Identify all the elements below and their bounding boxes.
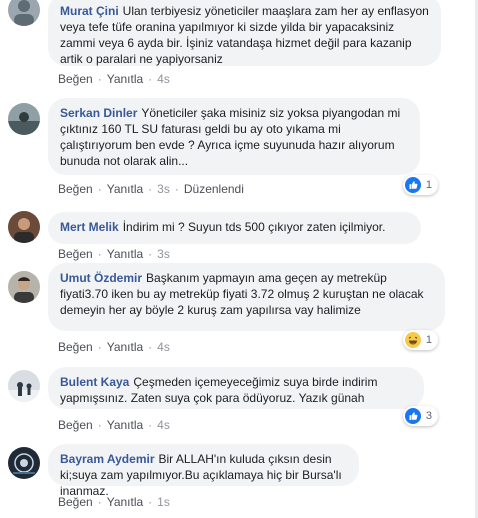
comment-time[interactable]: 4s	[157, 72, 170, 86]
reply-link[interactable]: Yanıtla	[107, 495, 143, 509]
comment-author[interactable]: Bulent Kaya	[60, 375, 129, 389]
comment-actions: Beğen · Yanıtla · 3s · Düzenlendi	[58, 182, 244, 196]
reaction-badge[interactable]: 1	[402, 175, 438, 195]
like-link[interactable]: Beğen	[58, 182, 93, 196]
like-link[interactable]: Beğen	[58, 72, 93, 86]
comment-actions: Beğen · Yanıtla · 1s	[58, 495, 170, 509]
reply-link[interactable]: Yanıtla	[107, 340, 143, 354]
haha-icon	[404, 332, 421, 348]
comment-actions: Beğen · Yanıtla · 3s	[58, 247, 170, 261]
comment-author[interactable]: Murat Çini	[60, 4, 119, 18]
reply-link[interactable]: Yanıtla	[107, 247, 143, 261]
avatar[interactable]	[8, 0, 40, 26]
comment-bubble: Serkan Dinler Yöneticiler şaka misiniz si…	[48, 98, 420, 175]
comment-bubble: Bulent Kaya Çeşmeden içemeyeceğimiz suya …	[48, 367, 424, 409]
like-link[interactable]: Beğen	[58, 495, 93, 509]
comment-time[interactable]: 3s	[157, 247, 170, 261]
comment-text: İndirim mi ? Suyun tds 500 çıkıyor zaten…	[122, 220, 386, 234]
comment-author[interactable]: Serkan Dinler	[60, 106, 137, 120]
edited-link[interactable]: Düzenlendi	[184, 182, 244, 196]
reply-link[interactable]: Yanıtla	[107, 182, 143, 196]
avatar[interactable]	[8, 211, 40, 243]
like-icon	[404, 177, 421, 193]
comment-time[interactable]: 1s	[157, 495, 170, 509]
like-link[interactable]: Beğen	[58, 418, 93, 432]
avatar[interactable]	[8, 447, 40, 479]
comment-actions: Beğen · Yanıtla · 4s	[58, 72, 170, 86]
reaction-count: 1	[425, 179, 432, 191]
comment-author[interactable]: Bayram Aydemir	[60, 452, 155, 466]
avatar[interactable]	[8, 271, 40, 303]
comment-bubble: Umut Özdemir Başkanım yapmayın ama geçen …	[48, 263, 445, 331]
comment-time[interactable]: 4s	[157, 418, 170, 432]
comment-bubble: Murat Çini Ulan terbiyesiz yöneticiler ma…	[48, 0, 441, 66]
comment-time[interactable]: 3s	[157, 182, 170, 196]
reply-link[interactable]: Yanıtla	[107, 418, 143, 432]
like-link[interactable]: Beğen	[58, 340, 93, 354]
reaction-count: 1	[425, 334, 432, 346]
reply-link[interactable]: Yanıtla	[107, 72, 143, 86]
avatar[interactable]	[8, 370, 40, 402]
comment-author[interactable]: Mert Melik	[60, 220, 119, 234]
comment-actions: Beğen · Yanıtla · 4s	[58, 340, 170, 354]
comment-bubble: Bayram Aydemir Bir ALLAH'ın kuluda çıksın…	[48, 444, 359, 498]
comment-actions: Beğen · Yanıtla · 4s	[58, 418, 170, 432]
reaction-count: 3	[425, 410, 432, 422]
reaction-badge[interactable]: 1	[402, 330, 438, 350]
like-icon	[404, 408, 421, 424]
comment-bubble: Mert Melik İndirim mi ? Suyun tds 500 çık…	[48, 212, 421, 244]
avatar[interactable]	[8, 103, 40, 135]
reaction-badge[interactable]: 3	[402, 406, 438, 426]
like-link[interactable]: Beğen	[58, 247, 93, 261]
comment-author[interactable]: Umut Özdemir	[60, 271, 142, 285]
comment-time[interactable]: 4s	[157, 340, 170, 354]
